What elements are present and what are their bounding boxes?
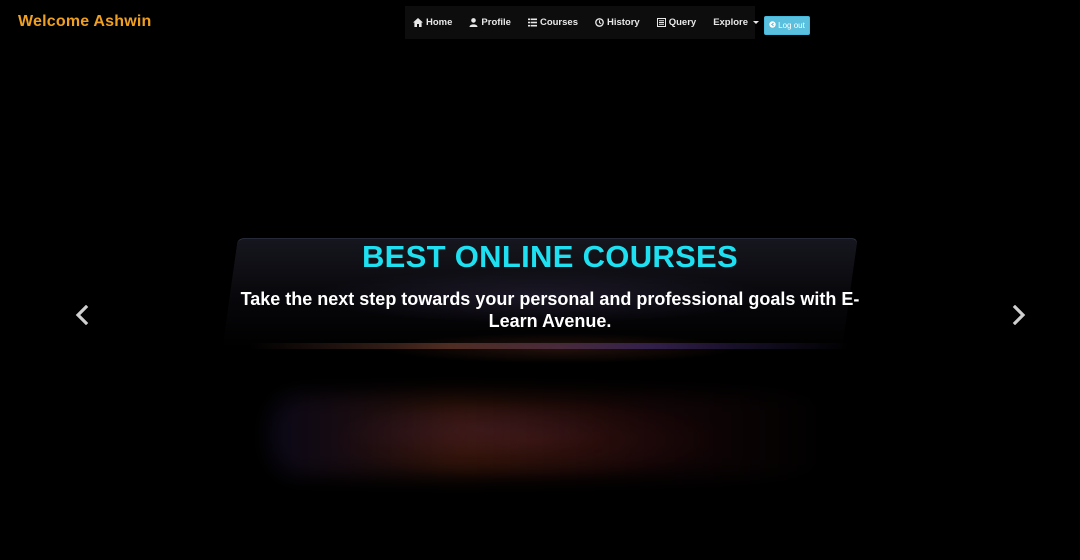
carousel-next-button[interactable]	[1007, 304, 1031, 330]
nav-explore-label: Explore	[713, 17, 749, 28]
nav-home-label: Home	[426, 17, 453, 28]
hero-title: BEST ONLINE COURSES	[361, 239, 739, 274]
main-navbar: Home Profile Courses History Query Explo…	[405, 6, 760, 39]
nav-courses[interactable]: Courses	[527, 17, 578, 28]
chevron-right-icon	[1012, 304, 1026, 330]
page: Welcome Ashwin Home Profile Courses Hist…	[0, 0, 1080, 560]
laptop-edge-glow	[250, 343, 850, 349]
nav-history[interactable]: History	[595, 17, 640, 28]
caret-down-icon	[753, 21, 760, 24]
nav-courses-label: Courses	[539, 17, 578, 28]
welcome-title: Welcome Ashwin	[18, 13, 152, 30]
logout-button[interactable]: Log out	[764, 16, 810, 35]
nav-query-label: Query	[668, 17, 697, 28]
nav-query[interactable]: Query	[656, 17, 697, 28]
logout-label: Log out	[778, 21, 805, 30]
laptop-reflection	[270, 395, 830, 475]
nav-profile-label: Profile	[481, 17, 511, 28]
list-icon	[527, 18, 537, 27]
nav-history-label: History	[606, 17, 640, 28]
home-icon	[413, 18, 423, 27]
nav-profile[interactable]: Profile	[469, 17, 511, 28]
chevron-left-icon	[75, 304, 89, 330]
logout-icon	[769, 21, 776, 30]
clock-icon	[595, 18, 604, 27]
hero-subtitle: Take the next step towards your personal…	[240, 289, 860, 331]
list-alt-icon	[656, 18, 666, 27]
user-icon	[469, 18, 478, 27]
carousel-prev-button[interactable]	[70, 304, 94, 330]
nav-home[interactable]: Home	[413, 17, 452, 28]
carousel-caption: BEST ONLINE COURSES Take the next step t…	[230, 238, 870, 332]
nav-explore-dropdown[interactable]: Explore	[713, 17, 760, 28]
